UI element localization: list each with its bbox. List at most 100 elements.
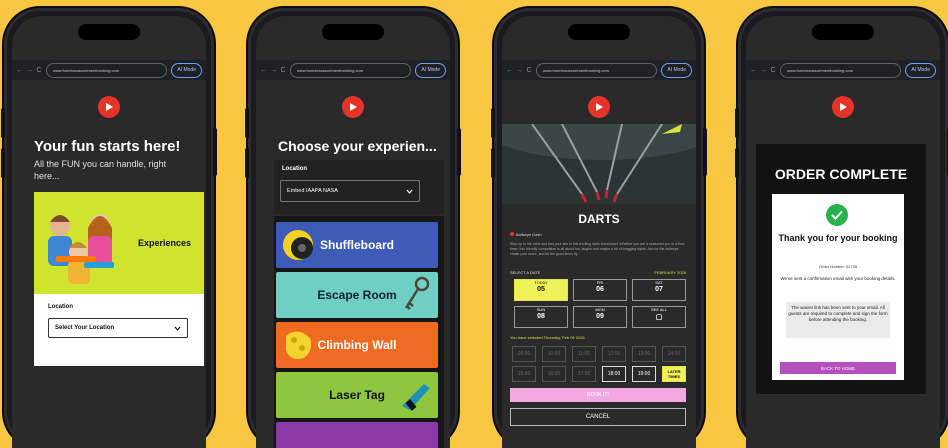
experience-description: Step up to the oche and test your aim in… xyxy=(510,242,686,256)
family-illustration xyxy=(48,214,114,284)
waiver-note: The waiver link has been sent to your em… xyxy=(786,302,890,338)
forward-icon[interactable]: → xyxy=(270,67,277,74)
location-select[interactable]: Embed IAAPA NASA xyxy=(280,180,420,202)
phone-1: ← → C www.funmixaussortmentbooking.com A… xyxy=(1,8,217,448)
thank-you-heading: Thank you for your booking xyxy=(778,233,898,243)
location-select[interactable]: Select Your Location xyxy=(48,318,188,338)
date-option[interactable]: SUN 08 xyxy=(514,306,568,328)
power-button xyxy=(457,128,461,176)
url-bar[interactable]: www.funmixaussortmentbooking.com xyxy=(46,62,168,78)
shuffleboard-puck-icon xyxy=(283,230,313,260)
location-select-value: Embed IAAPA NASA xyxy=(287,188,338,194)
time-slot[interactable]: 18:00 xyxy=(602,366,626,382)
book-button[interactable]: BOOK IT! xyxy=(510,388,686,402)
phone-4: ← → C www.funmixaussortmentbooking.com A… xyxy=(735,8,948,448)
forward-icon[interactable]: → xyxy=(760,67,767,74)
brand-logo[interactable] xyxy=(832,96,854,118)
volume-button xyxy=(1,148,5,178)
volume-button xyxy=(245,148,249,178)
later-times-button[interactable]: LATER TIMES xyxy=(662,366,686,382)
ai-mode-button[interactable]: AI Mode xyxy=(905,62,936,78)
page-title: ORDER COMPLETE xyxy=(774,166,908,182)
play-icon xyxy=(596,103,603,111)
experience-title: DARTS xyxy=(578,212,620,226)
location-label: Location xyxy=(48,304,73,310)
brand-logo[interactable] xyxy=(342,96,364,118)
date-option[interactable]: TODAY 05 xyxy=(514,279,568,301)
check-icon xyxy=(826,204,848,226)
confirmation-text: We've sent a confirmation email with you… xyxy=(780,276,896,281)
tile-label: Laser Tag xyxy=(329,388,385,402)
page-title: Your fun starts here! xyxy=(34,138,181,155)
time-slot[interactable]: 10:00 xyxy=(542,346,566,362)
reload-icon[interactable]: C xyxy=(770,67,776,74)
see-all-dates-button[interactable]: SEE ALL ▢ xyxy=(632,306,686,328)
confirmation-card: Thank you for your booking Order number:… xyxy=(772,194,904,380)
url-bar[interactable]: www.funmixaussortmentbooking.com xyxy=(780,62,902,78)
month-label[interactable]: FEBRUARY 2026 xyxy=(654,270,686,275)
back-icon[interactable]: ← xyxy=(750,67,757,74)
back-icon[interactable]: ← xyxy=(16,67,23,74)
browser-bar: ← → C www.funmixaussortmentbooking.com A… xyxy=(12,60,206,80)
laser-blaster-icon xyxy=(402,384,430,411)
reload-icon[interactable]: C xyxy=(280,67,286,74)
time-slot[interactable]: 09:00 xyxy=(512,346,536,362)
date-option[interactable]: FRI 06 xyxy=(573,279,627,301)
darts-hero-image xyxy=(502,124,696,204)
experience-tile-partial[interactable] xyxy=(276,422,438,448)
browser-bar: ← → C www.funmixaussortmentbooking.com A… xyxy=(502,60,696,80)
order-number: Order number: 02735 xyxy=(818,264,858,269)
time-slot[interactable]: 15:00 xyxy=(512,366,536,382)
experiences-label: Experiences xyxy=(138,238,192,248)
time-slot[interactable]: 11:00 xyxy=(572,346,596,362)
time-slot[interactable]: 17:00 xyxy=(572,366,596,382)
experience-escape-room[interactable]: Escape Room xyxy=(276,272,438,318)
time-slot[interactable]: 13:00 xyxy=(632,346,656,362)
date-option[interactable]: MON 09 xyxy=(573,306,627,328)
phone-3: ← → C www.funmixaussortmentbooking.com A… xyxy=(491,8,707,448)
location-select-value: Select Your Location xyxy=(55,325,115,331)
back-icon[interactable]: ← xyxy=(506,67,513,74)
brand-logo[interactable] xyxy=(98,96,120,118)
play-icon xyxy=(106,103,113,111)
selected-date-text: You have selected Thursday, Feb 05 2026 xyxy=(510,335,585,340)
dynamic-island xyxy=(322,24,384,40)
volume-button xyxy=(735,148,739,178)
volume-button xyxy=(491,108,495,138)
back-icon[interactable]: ← xyxy=(260,67,267,74)
forward-icon[interactable]: → xyxy=(516,67,523,74)
volume-button xyxy=(1,108,5,138)
ai-mode-button[interactable]: AI Mode xyxy=(415,62,446,78)
time-slot[interactable]: 19:00 xyxy=(632,366,656,382)
experience-climbing-wall[interactable]: Climbing Wall xyxy=(276,322,438,368)
reload-icon[interactable]: C xyxy=(526,67,532,74)
back-to-home-button[interactable]: BACK TO HOME xyxy=(780,362,896,374)
cancel-button[interactable]: CANCEL xyxy=(510,408,686,426)
ai-mode-button[interactable]: AI Mode xyxy=(661,62,692,78)
brand-logo[interactable] xyxy=(588,96,610,118)
reload-icon[interactable]: C xyxy=(36,67,42,74)
ai-mode-button[interactable]: AI Mode xyxy=(171,62,202,78)
experiences-card[interactable]: Experiences Location Select Your Locatio… xyxy=(34,192,204,366)
time-slot[interactable]: 16:00 xyxy=(542,366,566,382)
forward-icon[interactable]: → xyxy=(26,67,33,74)
chevron-down-icon xyxy=(406,189,413,194)
page-title: Choose your experien... xyxy=(278,138,437,154)
experiences-banner[interactable]: Experiences xyxy=(34,192,204,294)
url-bar[interactable]: www.funmixaussortmentbooking.com xyxy=(536,62,658,78)
play-icon xyxy=(840,103,847,111)
location-panel: Location Embed IAAPA NASA xyxy=(274,160,444,214)
browser-bar: ← → C www.funmixaussortmentbooking.com A… xyxy=(746,60,940,80)
screen: ← → C www.funmixaussortmentbooking.com A… xyxy=(746,16,940,448)
time-slot[interactable]: 14:00 xyxy=(662,346,686,362)
screen: ← → C www.funmixaussortmentbooking.com A… xyxy=(502,16,696,448)
date-header: SELECT A DATE FEBRUARY 2026 xyxy=(510,270,686,275)
volume-button xyxy=(491,148,495,178)
experience-laser-tag[interactable]: Laser Tag xyxy=(276,372,438,418)
chevron-down-icon xyxy=(174,326,181,331)
experience-shuffleboard[interactable]: Shuffleboard xyxy=(276,222,438,268)
date-option[interactable]: SAT 07 xyxy=(632,279,686,301)
time-slot[interactable]: 12:00 xyxy=(602,346,626,362)
volume-button xyxy=(735,108,739,138)
url-bar[interactable]: www.funmixaussortmentbooking.com xyxy=(290,62,412,78)
